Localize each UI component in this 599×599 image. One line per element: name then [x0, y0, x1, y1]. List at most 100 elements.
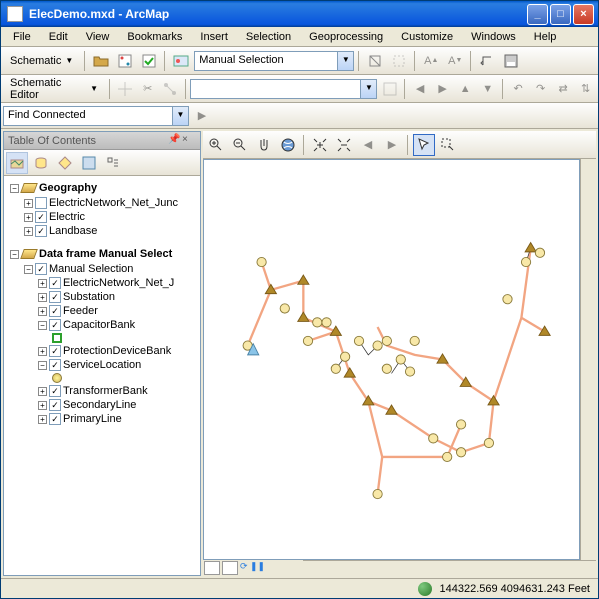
tree-symbol-svc[interactable] — [6, 372, 198, 384]
tree-label[interactable]: PrimaryLine — [63, 413, 122, 425]
propagate-icon[interactable] — [364, 50, 386, 72]
tree-layer-feeder[interactable]: +✓Feeder — [6, 304, 198, 318]
list-by-drawing-icon[interactable] — [6, 152, 28, 174]
tree-label[interactable]: Landbase — [49, 225, 97, 237]
find-connected-combo[interactable]: Find Connected▼ — [3, 106, 189, 126]
checkbox-checked[interactable]: ✓ — [35, 211, 47, 223]
tree-label[interactable]: TransformerBank — [63, 385, 148, 397]
schematic-editor-dropdown[interactable]: Schematic Editor▼ — [3, 74, 105, 104]
tree-label[interactable]: ElectricNetwork_Net_Junc — [49, 197, 178, 209]
tree-label[interactable]: Electric — [49, 211, 85, 223]
zoom-out-icon[interactable] — [229, 134, 251, 156]
collapse-icon[interactable]: − — [38, 321, 47, 330]
checkbox-checked[interactable]: ✓ — [49, 385, 61, 397]
tree-layer-protection[interactable]: +✓ProtectionDeviceBank — [6, 344, 198, 358]
tree-layer-capacitor[interactable]: −✓CapacitorBank — [6, 318, 198, 332]
checkbox-checked[interactable]: ✓ — [35, 263, 47, 275]
select-features-icon[interactable] — [437, 134, 459, 156]
open-schematic-icon[interactable] — [90, 50, 112, 72]
tree-label[interactable]: CapacitorBank — [63, 319, 135, 331]
tree-layer-primary[interactable]: +✓PrimaryLine — [6, 412, 198, 426]
layout-view-tab[interactable] — [222, 561, 238, 575]
tree-layer-electric[interactable]: +✓Electric — [6, 210, 198, 224]
tree-label[interactable]: Substation — [63, 291, 115, 303]
pin-icon[interactable]: 📌 — [168, 134, 182, 148]
tree-layer-service[interactable]: −✓ServiceLocation — [6, 358, 198, 372]
tree-label[interactable]: SecondaryLine — [63, 399, 136, 411]
list-by-source-icon[interactable] — [30, 152, 52, 174]
restore-icon[interactable] — [476, 50, 498, 72]
expand-icon[interactable]: + — [24, 199, 33, 208]
titlebar[interactable]: ElecDemo.mxd - ArcMap _ □ × — [1, 1, 598, 27]
toc-tree[interactable]: −Geography +ElectricNetwork_Net_Junc +✓E… — [4, 176, 200, 575]
tree-layer-manual[interactable]: −✓Manual Selection — [6, 262, 198, 276]
checkbox-checked[interactable]: ✓ — [49, 291, 61, 303]
combo-button-icon[interactable]: ▼ — [360, 80, 376, 98]
horizontal-scrollbar[interactable] — [303, 560, 596, 576]
checkbox-checked[interactable]: ✓ — [49, 359, 61, 371]
menu-edit[interactable]: Edit — [41, 29, 76, 45]
tree-dataframe-geography[interactable]: − Geography — [6, 180, 198, 196]
fixed-zoom-in-icon[interactable] — [309, 134, 331, 156]
zoom-in-icon[interactable] — [205, 134, 227, 156]
collapse-icon[interactable]: − — [24, 265, 33, 274]
close-icon[interactable]: × — [182, 134, 196, 148]
checkbox-unchecked[interactable] — [35, 197, 47, 209]
maximize-button[interactable]: □ — [550, 4, 571, 25]
tree-label[interactable]: Feeder — [63, 305, 98, 317]
tree-layer-substation[interactable]: +✓Substation — [6, 290, 198, 304]
toc-titlebar[interactable]: Table Of Contents 📌 × — [4, 132, 200, 150]
fixed-zoom-out-icon[interactable] — [333, 134, 355, 156]
expand-icon[interactable]: + — [38, 293, 47, 302]
options-icon[interactable] — [102, 152, 124, 174]
tree-label[interactable]: Data frame Manual Select — [39, 248, 172, 260]
tree-label[interactable]: ProtectionDeviceBank — [63, 345, 171, 357]
data-view-tab[interactable] — [204, 561, 220, 575]
tree-label[interactable]: Geography — [39, 182, 97, 194]
vertical-scrollbar[interactable] — [580, 159, 596, 560]
tree-dataframe-manual[interactable]: − Data frame Manual Select — [6, 246, 198, 262]
combo-button-icon[interactable]: ▼ — [337, 52, 353, 70]
collapse-icon[interactable]: − — [10, 250, 19, 259]
menu-geoprocessing[interactable]: Geoprocessing — [301, 29, 391, 45]
tree-label[interactable]: Manual Selection — [49, 263, 133, 275]
menu-file[interactable]: File — [5, 29, 39, 45]
checkbox-checked[interactable]: ✓ — [49, 277, 61, 289]
pan-icon[interactable] — [253, 134, 275, 156]
map-canvas[interactable] — [203, 159, 580, 560]
save-edits-icon[interactable] — [500, 50, 522, 72]
collapse-icon[interactable]: − — [38, 361, 47, 370]
schematic-dropdown[interactable]: Schematic▼ — [3, 52, 80, 70]
tree-label[interactable]: ElectricNetwork_Net_J — [63, 277, 174, 289]
pause-icon[interactable]: ❚❚ — [250, 561, 258, 575]
expand-icon[interactable]: + — [38, 307, 47, 316]
menu-selection[interactable]: Selection — [238, 29, 299, 45]
layer-properties-icon[interactable] — [170, 50, 192, 72]
update-diagram-icon[interactable] — [138, 50, 160, 72]
expand-icon[interactable]: + — [38, 279, 47, 288]
menu-windows[interactable]: Windows — [463, 29, 524, 45]
refresh-icon[interactable]: ⟳ — [240, 561, 248, 575]
collapse-icon[interactable]: − — [10, 184, 19, 193]
expand-icon[interactable]: + — [38, 401, 47, 410]
checkbox-checked[interactable]: ✓ — [49, 413, 61, 425]
expand-icon[interactable]: + — [38, 387, 47, 396]
menu-insert[interactable]: Insert — [192, 29, 236, 45]
expand-icon[interactable]: + — [38, 347, 47, 356]
list-by-selection-icon[interactable] — [78, 152, 100, 174]
tree-layer-secondary[interactable]: +✓SecondaryLine — [6, 398, 198, 412]
menu-help[interactable]: Help — [526, 29, 565, 45]
tree-layer-transformer[interactable]: +✓TransformerBank — [6, 384, 198, 398]
new-diagram-icon[interactable] — [114, 50, 136, 72]
menu-customize[interactable]: Customize — [393, 29, 461, 45]
select-elements-icon[interactable] — [413, 134, 435, 156]
expand-icon[interactable]: + — [24, 213, 33, 222]
checkbox-checked[interactable]: ✓ — [49, 399, 61, 411]
checkbox-checked[interactable]: ✓ — [49, 305, 61, 317]
checkbox-checked[interactable]: ✓ — [49, 319, 61, 331]
layout-combo[interactable]: ▼ — [190, 79, 377, 99]
tree-layer-enetj[interactable]: +✓ElectricNetwork_Net_J — [6, 276, 198, 290]
tree-label[interactable]: ServiceLocation — [63, 359, 141, 371]
expand-icon[interactable]: + — [24, 227, 33, 236]
menu-view[interactable]: View — [78, 29, 118, 45]
